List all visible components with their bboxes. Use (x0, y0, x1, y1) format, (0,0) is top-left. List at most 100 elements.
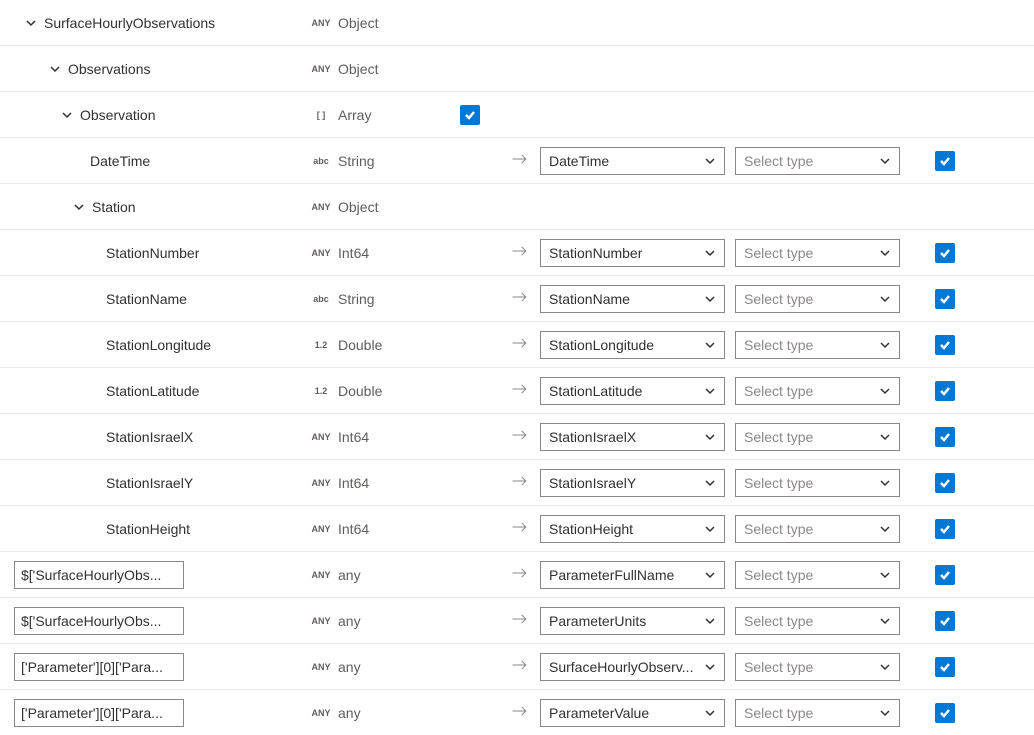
type-icon: [ ] (310, 110, 332, 120)
type-icon: 1.2 (310, 340, 332, 350)
field-name: StationIsraelY (106, 475, 193, 491)
json-path-text: ['Parameter'][0]['Para... (21, 705, 163, 721)
schema-mapping-grid: SurfaceHourlyObservationsANYObjectObserv… (0, 0, 1034, 735)
type-icon: ANY (310, 524, 332, 534)
field-name: Observations (68, 61, 150, 77)
type-icon: ANY (310, 478, 332, 488)
type-label: Int64 (338, 475, 369, 491)
map-arrow-icon (510, 655, 530, 678)
column-type-dropdown[interactable]: Select type (735, 285, 900, 313)
column-type-placeholder: Select type (744, 705, 813, 721)
schema-row: StationANYObject (0, 183, 1034, 229)
type-icon: abc (310, 294, 332, 304)
include-column-checkbox[interactable] (935, 703, 955, 723)
column-name-dropdown[interactable]: StationNumber (540, 239, 725, 267)
include-column-checkbox[interactable] (935, 289, 955, 309)
column-name-dropdown[interactable]: StationIsraelY (540, 469, 725, 497)
field-name: Station (92, 199, 136, 215)
include-column-checkbox[interactable] (935, 611, 955, 631)
map-arrow-icon (510, 701, 530, 724)
type-label: Object (338, 61, 378, 77)
column-name-dropdown[interactable]: ParameterUnits (540, 607, 725, 635)
map-arrow-icon (510, 149, 530, 172)
column-name-value: ParameterValue (549, 705, 649, 721)
include-column-checkbox[interactable] (935, 243, 955, 263)
column-type-dropdown[interactable]: Select type (735, 607, 900, 635)
schema-row: DateTimeabcStringDateTimeSelect type (0, 137, 1034, 183)
include-column-checkbox[interactable] (935, 519, 955, 539)
expand-chevron-icon[interactable] (24, 16, 38, 30)
column-name-dropdown[interactable]: StationIsraelX (540, 423, 725, 451)
type-label: any (338, 705, 361, 721)
include-column-checkbox[interactable] (935, 473, 955, 493)
schema-row: ['Parameter'][0]['Para...ANYanySurfaceHo… (0, 643, 1034, 689)
map-arrow-icon (510, 609, 530, 632)
schema-row: Observation[ ]Array (0, 91, 1034, 137)
type-icon: ANY (310, 616, 332, 626)
column-type-placeholder: Select type (744, 613, 813, 629)
column-name-value: ParameterUnits (549, 613, 646, 629)
expand-chevron-icon[interactable] (60, 108, 74, 122)
column-name-value: StationIsraelX (549, 429, 636, 445)
column-name-dropdown[interactable]: ParameterFullName (540, 561, 725, 589)
field-name: SurfaceHourlyObservations (44, 15, 215, 31)
column-type-dropdown[interactable]: Select type (735, 377, 900, 405)
type-icon: ANY (310, 18, 332, 28)
column-name-dropdown[interactable]: StationName (540, 285, 725, 313)
type-icon: ANY (310, 248, 332, 258)
include-column-checkbox[interactable] (935, 565, 955, 585)
column-type-dropdown[interactable]: Select type (735, 423, 900, 451)
json-path-input[interactable]: $['SurfaceHourlyObs... (14, 607, 184, 635)
field-name: StationLongitude (106, 337, 211, 353)
json-path-input[interactable]: ['Parameter'][0]['Para... (14, 653, 184, 681)
column-name-value: StationLongitude (549, 337, 654, 353)
column-name-dropdown[interactable]: ParameterValue (540, 699, 725, 727)
column-name-dropdown[interactable]: StationLatitude (540, 377, 725, 405)
type-label: String (338, 291, 375, 307)
expand-chevron-icon[interactable] (72, 200, 86, 214)
include-column-checkbox[interactable] (935, 335, 955, 355)
column-name-value: StationNumber (549, 245, 642, 261)
json-path-input[interactable]: $['SurfaceHourlyObs... (14, 561, 184, 589)
column-type-dropdown[interactable]: Select type (735, 699, 900, 727)
include-column-checkbox[interactable] (935, 657, 955, 677)
column-name-value: ParameterFullName (549, 567, 674, 583)
column-name-dropdown[interactable]: StationLongitude (540, 331, 725, 359)
type-icon: ANY (310, 64, 332, 74)
schema-row: Observations ANY Object (0, 45, 1034, 91)
type-icon: ANY (310, 570, 332, 580)
type-label: Int64 (338, 429, 369, 445)
schema-row: $['SurfaceHourlyObs...ANYanyParameterFul… (0, 551, 1034, 597)
column-type-placeholder: Select type (744, 337, 813, 353)
include-column-checkbox[interactable] (935, 151, 955, 171)
column-type-placeholder: Select type (744, 291, 813, 307)
column-name-value: StationName (549, 291, 630, 307)
column-type-dropdown[interactable]: Select type (735, 147, 900, 175)
schema-row: SurfaceHourlyObservations ANY Object (0, 0, 1034, 45)
map-arrow-icon (510, 379, 530, 402)
column-type-dropdown[interactable]: Select type (735, 515, 900, 543)
collection-root-checkbox[interactable] (460, 105, 480, 125)
column-type-dropdown[interactable]: Select type (735, 469, 900, 497)
column-name-dropdown[interactable]: SurfaceHourlyObserv... (540, 653, 725, 681)
schema-row: StationLongitude1.2DoubleStationLongitud… (0, 321, 1034, 367)
type-icon: 1.2 (310, 386, 332, 396)
expand-chevron-icon[interactable] (48, 62, 62, 76)
column-type-dropdown[interactable]: Select type (735, 239, 900, 267)
include-column-checkbox[interactable] (935, 381, 955, 401)
column-type-dropdown[interactable]: Select type (735, 561, 900, 589)
type-label: any (338, 659, 361, 675)
column-type-dropdown[interactable]: Select type (735, 331, 900, 359)
type-icon: ANY (310, 708, 332, 718)
column-name-dropdown[interactable]: StationHeight (540, 515, 725, 543)
include-column-checkbox[interactable] (935, 427, 955, 447)
json-path-input[interactable]: ['Parameter'][0]['Para... (14, 699, 184, 727)
column-type-placeholder: Select type (744, 383, 813, 399)
schema-row: StationIsraelY ANY Int64 StationIsraelY Sele… (0, 459, 1034, 505)
column-type-placeholder: Select type (744, 153, 813, 169)
map-arrow-icon (510, 563, 530, 586)
type-label: Object (338, 15, 378, 31)
column-type-placeholder: Select type (744, 659, 813, 675)
column-name-dropdown[interactable]: DateTime (540, 147, 725, 175)
column-type-dropdown[interactable]: Select type (735, 653, 900, 681)
